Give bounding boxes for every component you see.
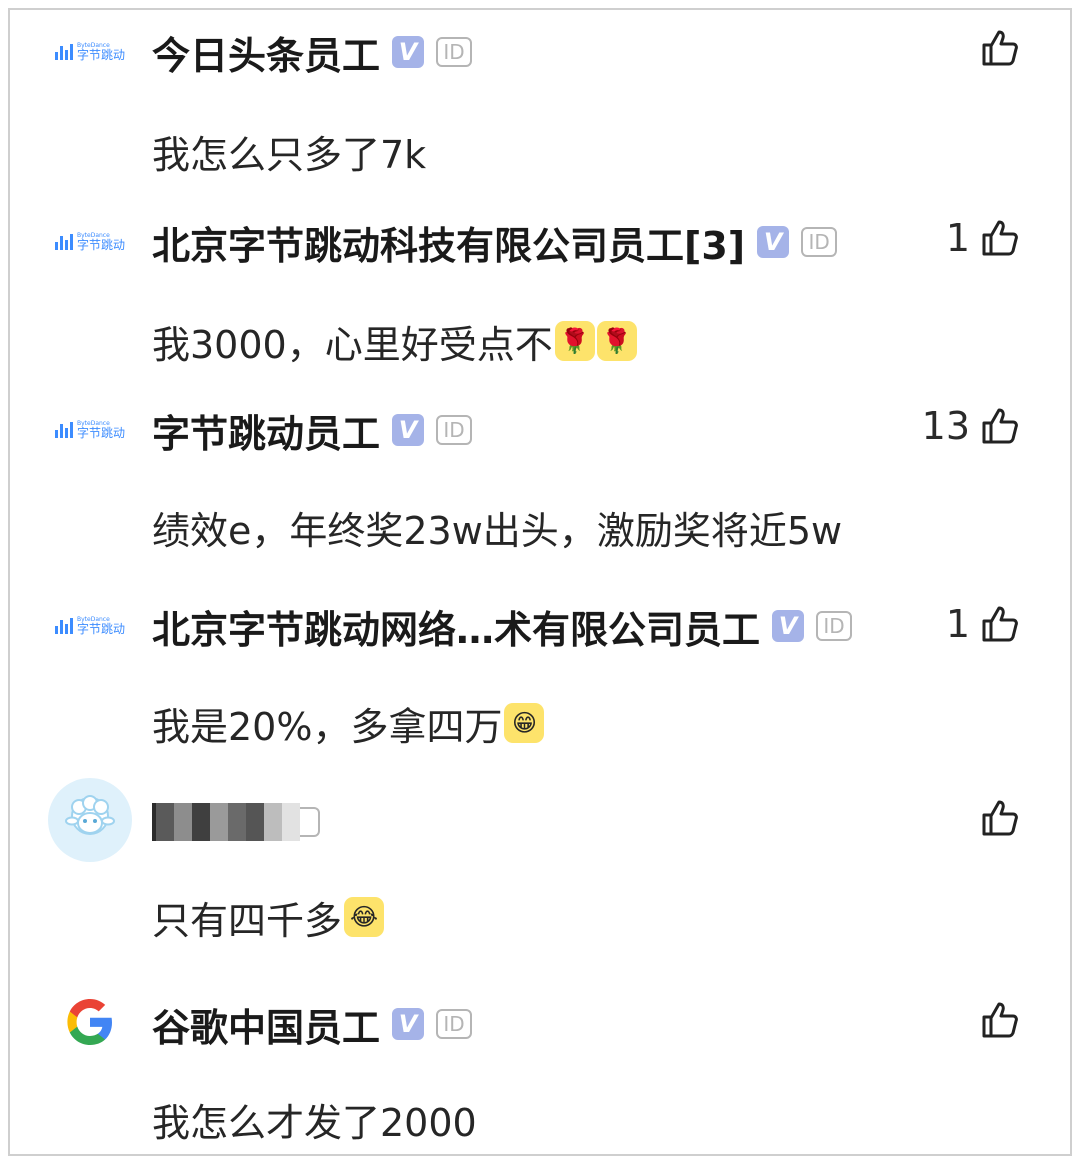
commenter-name[interactable]: 北京字节跳动网络…术有限公司员工 [152, 599, 760, 654]
verified-badge: V [392, 414, 425, 446]
comment-text: 我是20%，多拿四万 [152, 704, 503, 749]
verified-badge: V [392, 1008, 425, 1040]
rose-emoji: 🌹 [554, 321, 595, 361]
comment-text-row: 我是20%，多拿四万 😁 [152, 698, 545, 749]
bytedance-logo: ByteDance 字节跳动 [54, 43, 125, 62]
rose-emoji: 🌹 [596, 321, 637, 361]
logo-cn-text: 字节跳动 [76, 622, 125, 636]
bytedance-avatar[interactable]: ByteDance 字节跳动 [50, 202, 130, 282]
id-badge [300, 807, 320, 837]
comment-text: 我怎么才发了2000 [152, 1100, 477, 1145]
sheep-avatar[interactable] [48, 778, 132, 862]
like-count: 1 [945, 216, 970, 260]
commenter-name[interactable]: 字节跳动员工 [152, 403, 380, 458]
bytedance-logo: ByteDance 字节跳动 [54, 421, 125, 440]
id-badge: ID [436, 37, 473, 67]
comment-text: 绩效e，年终奖23w出头，激励奖将近5w [152, 508, 843, 553]
google-avatar[interactable] [50, 982, 130, 1062]
comment-text-row: 我怎么才发了2000 [152, 1094, 477, 1145]
logo-cn-text: 字节跳动 [76, 426, 125, 440]
comment-text-row: 绩效e，年终奖23w出头，激励奖将近5w [152, 502, 843, 553]
logo-cn-text: 字节跳动 [76, 48, 125, 62]
bytedance-logo: ByteDance 字节跳动 [54, 233, 125, 252]
commenter-name[interactable]: 谷歌中国员工 [152, 997, 380, 1052]
id-badge: ID [816, 611, 853, 641]
like-button[interactable] [970, 992, 1020, 1048]
like-button[interactable]: 1 [946, 210, 1020, 266]
grin-emoji: 😁 [504, 703, 545, 743]
id-badge: ID [801, 227, 838, 257]
commenter-name[interactable]: 今日头条员工 [152, 25, 380, 80]
comment-list-frame [8, 8, 1072, 1156]
comment-text: 我3000，心里好受点不 [152, 322, 553, 367]
bytedance-avatar[interactable]: ByteDance 字节跳动 [50, 12, 130, 92]
like-count: 1 [945, 602, 970, 646]
thumb-up-icon [982, 1002, 1018, 1038]
like-button[interactable] [970, 20, 1020, 76]
verified-badge: V [392, 36, 425, 68]
comment-text-row: 我怎么只多了7k [152, 126, 427, 177]
like-button[interactable] [970, 790, 1020, 846]
google-logo-icon [67, 999, 112, 1045]
sheep-icon [65, 795, 115, 835]
comment-text: 只有四千多 [152, 898, 343, 943]
bytedance-logo: ByteDance 字节跳动 [54, 617, 125, 636]
thumb-up-icon [982, 408, 1018, 444]
thumb-up-icon [982, 30, 1018, 66]
like-count: 13 [921, 404, 970, 448]
logo-cn-text: 字节跳动 [76, 238, 125, 252]
verified-badge: V [757, 226, 790, 258]
commenter-name[interactable]: 北京字节跳动科技有限公司员工[3] [152, 215, 745, 270]
comment-text-row: 我3000，心里好受点不 🌹 🌹 [152, 316, 637, 367]
like-button[interactable]: 1 [946, 596, 1020, 652]
laugh-cry-emoji: 😂 [344, 897, 385, 937]
comment-text: 我怎么只多了7k [152, 132, 427, 177]
blurred-commenter-name[interactable] [152, 803, 300, 841]
thumb-up-icon [982, 606, 1018, 642]
like-button[interactable]: 13 [922, 398, 1020, 454]
bytedance-avatar[interactable]: ByteDance 字节跳动 [50, 390, 130, 470]
id-badge: ID [436, 415, 473, 445]
id-badge: ID [436, 1009, 473, 1039]
thumb-up-icon [982, 220, 1018, 256]
comment-text-row: 只有四千多 😂 [152, 892, 385, 943]
thumb-up-icon [982, 800, 1018, 836]
verified-badge: V [772, 610, 805, 642]
bytedance-avatar[interactable]: ByteDance 字节跳动 [50, 586, 130, 666]
